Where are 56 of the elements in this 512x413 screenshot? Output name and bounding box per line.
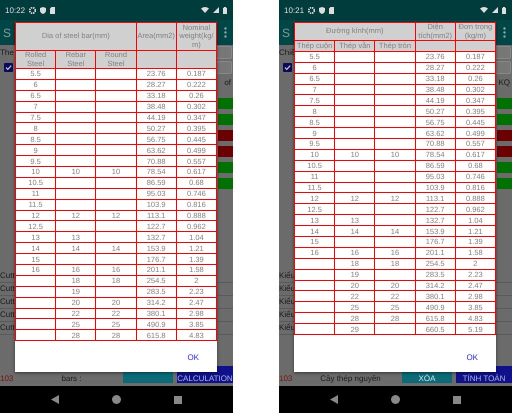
recents-icon[interactable] bbox=[174, 396, 182, 404]
checkbox[interactable] bbox=[4, 63, 13, 72]
side-button[interactable] bbox=[497, 114, 512, 125]
list-label: Cutt bbox=[0, 310, 15, 319]
side-button[interactable] bbox=[218, 130, 233, 141]
back-icon[interactable] bbox=[330, 395, 338, 404]
app-title: S bbox=[3, 26, 12, 40]
label: KQ bbox=[498, 78, 510, 86]
input-field[interactable] bbox=[216, 46, 232, 59]
battery-icon bbox=[502, 6, 506, 14]
signal-icon bbox=[213, 7, 219, 13]
sd-card-icon bbox=[50, 6, 56, 14]
list-label: Cutt bbox=[0, 297, 15, 306]
count-label: 103 bbox=[279, 375, 294, 383]
app-title: S bbox=[282, 26, 290, 40]
list-label: Cutt bbox=[0, 284, 15, 293]
label: Cây thép nguyên bbox=[320, 374, 381, 383]
signal-icon bbox=[492, 7, 498, 13]
side-button[interactable] bbox=[497, 178, 512, 189]
recents-icon[interactable] bbox=[452, 396, 461, 404]
label: The bbox=[0, 48, 14, 57]
menu-icon[interactable] bbox=[503, 27, 506, 38]
checkbox[interactable] bbox=[283, 63, 292, 72]
status-time: 10:22 bbox=[5, 6, 26, 14]
label: bars : bbox=[61, 374, 82, 383]
input-field[interactable] bbox=[216, 61, 232, 74]
battery-icon bbox=[223, 6, 227, 14]
gear-icon bbox=[308, 6, 316, 14]
status-time: 10:21 bbox=[284, 6, 304, 14]
shield-icon bbox=[319, 6, 326, 14]
input-field[interactable] bbox=[495, 46, 511, 59]
wifi-icon bbox=[480, 7, 488, 13]
label: of bbox=[224, 78, 231, 86]
side-button[interactable] bbox=[218, 146, 233, 157]
input-field[interactable] bbox=[495, 61, 511, 74]
ok-button[interactable]: OK bbox=[183, 350, 203, 364]
side-button[interactable] bbox=[218, 162, 233, 173]
menu-icon[interactable] bbox=[224, 27, 227, 38]
shield-icon bbox=[40, 6, 46, 14]
home-icon[interactable] bbox=[390, 395, 400, 404]
home-icon[interactable] bbox=[112, 395, 121, 404]
wifi-icon bbox=[201, 7, 209, 13]
side-button[interactable] bbox=[218, 178, 233, 189]
back-icon[interactable] bbox=[51, 395, 60, 404]
list-label: Cutt bbox=[0, 323, 15, 332]
count-label: 103 bbox=[0, 375, 14, 383]
side-button[interactable] bbox=[497, 130, 512, 141]
side-button[interactable] bbox=[497, 146, 512, 157]
sd-card-icon bbox=[329, 6, 334, 14]
side-button[interactable] bbox=[497, 98, 512, 109]
ok-button[interactable]: OK bbox=[462, 350, 482, 364]
side-button[interactable] bbox=[218, 114, 233, 125]
gear-icon bbox=[29, 6, 36, 14]
side-button[interactable] bbox=[218, 98, 233, 109]
side-button[interactable] bbox=[497, 162, 512, 173]
list-label: Cutt bbox=[0, 271, 15, 280]
